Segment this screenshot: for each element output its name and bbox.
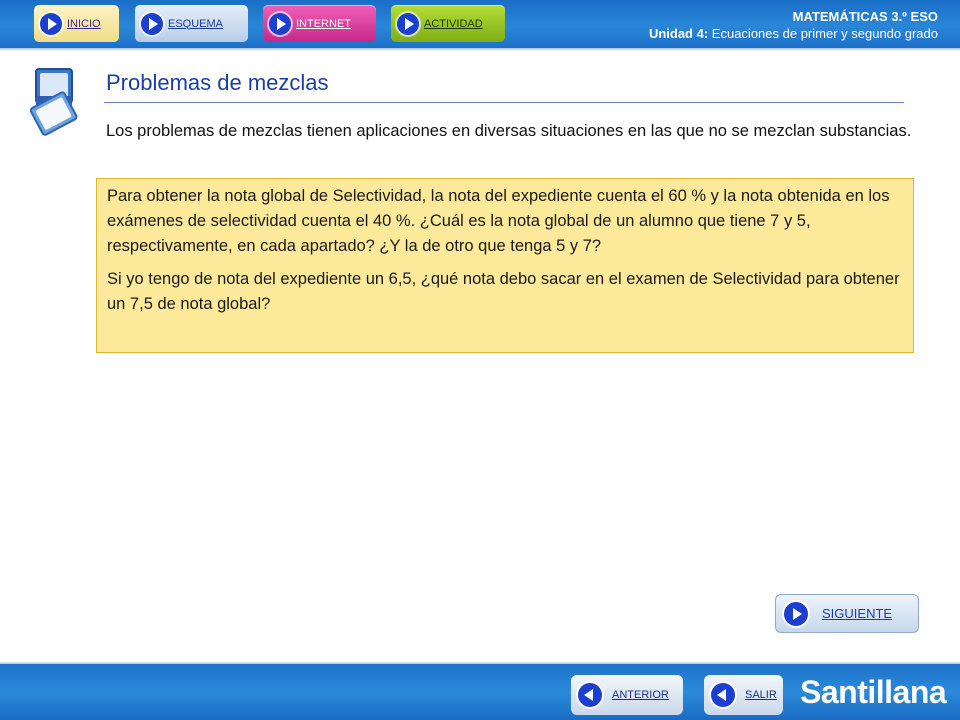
course-unit: Unidad 4: Ecuaciones de primer y segundo… bbox=[649, 25, 938, 42]
brand-logo: Santillana bbox=[800, 674, 947, 710]
problem-box: Para obtener la nota global de Selectivi… bbox=[96, 178, 914, 353]
back-arrow-icon bbox=[578, 683, 602, 707]
play-icon bbox=[40, 12, 62, 35]
problem-paragraph-1: Para obtener la nota global de Selectivi… bbox=[107, 187, 890, 255]
nav-actividad-button[interactable]: ACTIVIDAD bbox=[391, 5, 505, 42]
course-info: MATEMÁTICAS 3.º ESO Unidad 4: Ecuaciones… bbox=[649, 8, 938, 42]
play-icon bbox=[141, 12, 163, 35]
nav-internet-button[interactable]: INTERNET bbox=[263, 5, 376, 42]
back-arrow-icon bbox=[711, 683, 735, 707]
anterior-label: ANTERIOR bbox=[612, 689, 669, 701]
nav-inicio-button[interactable]: INICIO bbox=[34, 5, 119, 42]
notebook-icon bbox=[29, 68, 78, 136]
nav-esquema-button[interactable]: ESQUEMA bbox=[135, 5, 248, 42]
play-icon bbox=[269, 12, 291, 35]
page-title: Problemas de mezclas bbox=[106, 70, 329, 95]
nav-internet-label: INTERNET bbox=[296, 17, 351, 30]
nav-actividad-label: ACTIVIDAD bbox=[424, 17, 483, 30]
course-subject: MATEMÁTICAS 3.º ESO bbox=[792, 9, 938, 24]
salir-button[interactable]: SALIR bbox=[704, 675, 783, 715]
play-icon bbox=[784, 601, 808, 626]
play-icon bbox=[397, 12, 419, 35]
nav-esquema-label: ESQUEMA bbox=[168, 17, 224, 30]
salir-label: SALIR bbox=[745, 689, 777, 701]
title-divider bbox=[104, 102, 904, 103]
unit-label: Unidad 4: bbox=[648, 26, 709, 41]
unit-title: Ecuaciones de primer y segundo grado bbox=[711, 26, 938, 41]
problem-paragraph-2: Si yo tengo de nota del expediente un 6,… bbox=[107, 270, 900, 313]
siguiente-label: SIGUIENTE bbox=[822, 606, 893, 621]
siguiente-button[interactable]: SIGUIENTE bbox=[775, 594, 919, 633]
nav-inicio-label: INICIO bbox=[67, 17, 101, 30]
intro-text: Los problemas de mezclas tienen aplicaci… bbox=[106, 122, 912, 140]
anterior-button[interactable]: ANTERIOR bbox=[571, 675, 683, 715]
